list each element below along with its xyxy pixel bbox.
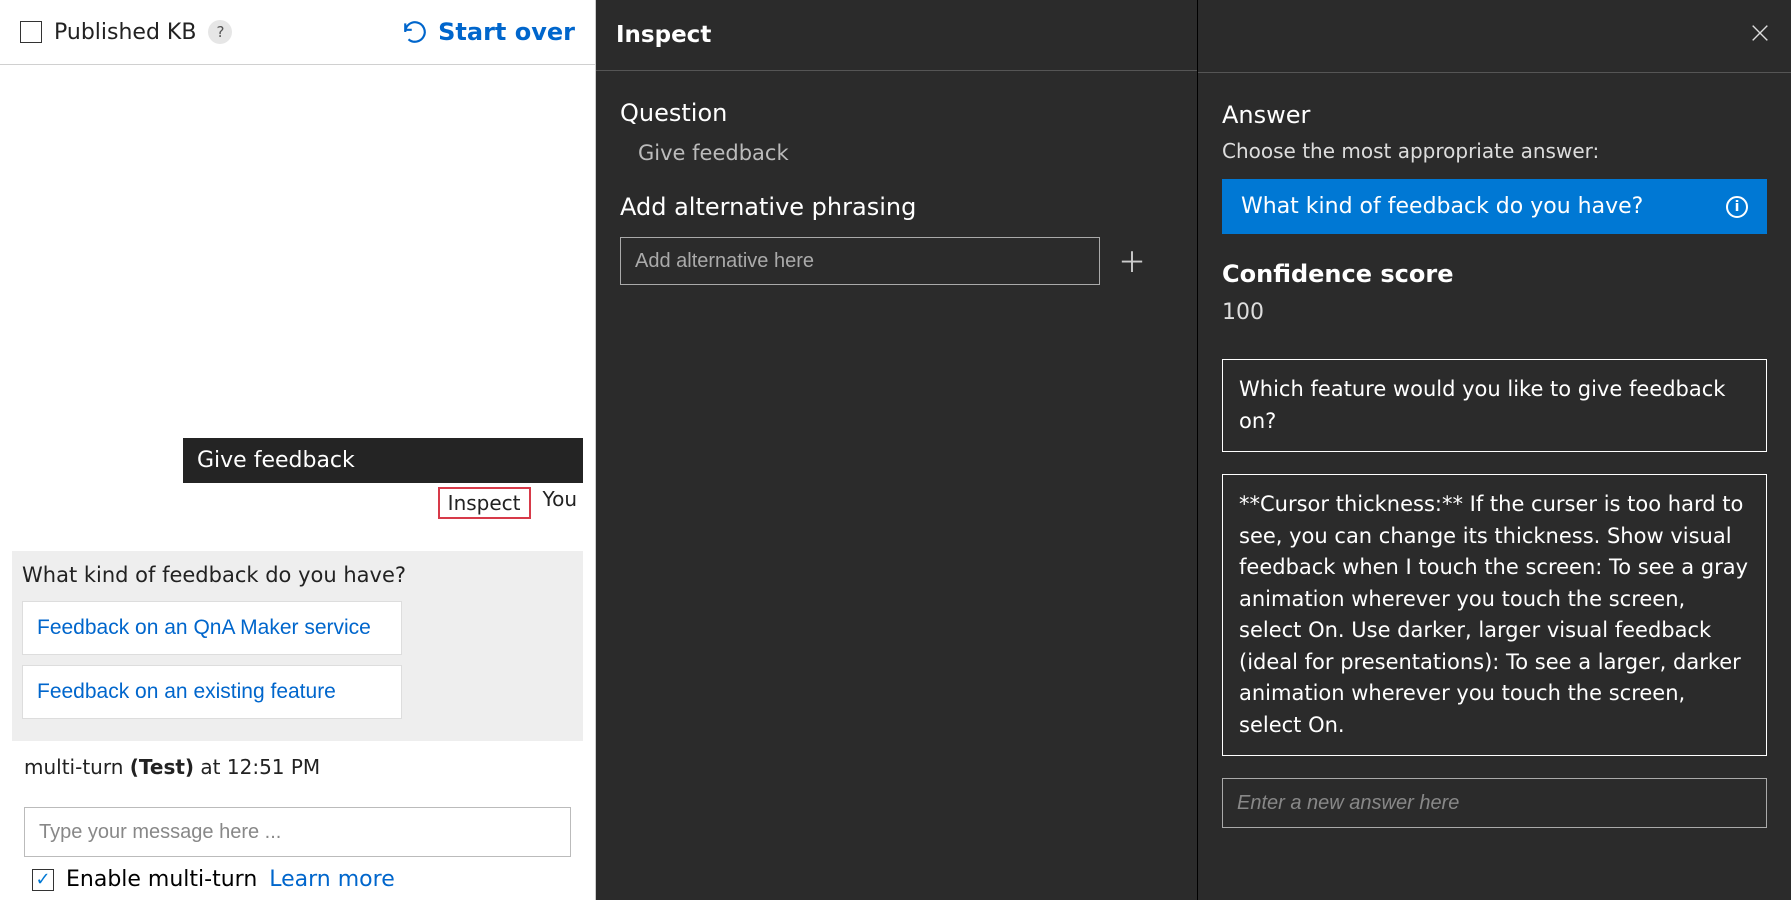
confidence-value: 100 [1222, 300, 1767, 325]
alt-phrasing-title: Add alternative phrasing [620, 193, 1173, 221]
enable-multiturn-checkbox[interactable] [32, 869, 54, 891]
help-icon[interactable]: ? [208, 20, 232, 44]
alternate-answer-2[interactable]: **Cursor thickness:** If the curser is t… [1222, 474, 1767, 756]
confidence-title: Confidence score [1222, 260, 1767, 288]
user-message: Give feedback [183, 438, 583, 483]
enable-multiturn-label: Enable multi-turn [66, 867, 257, 892]
published-kb-checkbox[interactable] [20, 21, 42, 43]
start-over-button[interactable]: Start over [402, 18, 575, 46]
close-icon [1749, 22, 1771, 44]
learn-more-link[interactable]: Learn more [269, 867, 394, 892]
feedback-option-existing-feature[interactable]: Feedback on an existing feature [22, 665, 402, 719]
close-button[interactable] [1749, 22, 1771, 50]
start-over-label: Start over [438, 18, 575, 46]
chat-test-panel: Published KB ? Start over Give feedback … [0, 0, 596, 900]
answer-panel-header [1198, 0, 1791, 73]
selected-answer-text: What kind of feedback do you have? [1241, 194, 1643, 219]
published-kb-label: Published KB [54, 20, 196, 45]
inspect-question-panel: Inspect Question Give feedback Add alter… [596, 0, 1198, 900]
feedback-option-qna-service[interactable]: Feedback on an QnA Maker service [22, 601, 402, 655]
answer-section-title: Answer [1222, 101, 1767, 129]
question-text: Give feedback [620, 127, 1173, 193]
alternate-answer-1[interactable]: Which feature would you like to give fee… [1222, 359, 1767, 452]
bot-timestamp: multi-turn (Test) at 12:51 PM [12, 755, 583, 779]
message-input[interactable] [24, 807, 571, 857]
info-icon[interactable]: i [1726, 196, 1748, 218]
inspect-link[interactable]: Inspect [438, 487, 531, 519]
bot-question: What kind of feedback do you have? [22, 563, 573, 587]
chat-header: Published KB ? Start over [0, 0, 595, 65]
alt-phrasing-input[interactable] [620, 237, 1100, 285]
choose-answer-label: Choose the most appropriate answer: [1222, 139, 1767, 163]
refresh-icon [402, 19, 428, 45]
chat-area: Give feedback Inspect You What kind of f… [0, 65, 595, 900]
add-alt-phrasing-button[interactable]: ＋ [1118, 241, 1146, 281]
inspect-answer-panel: Answer Choose the most appropriate answe… [1198, 0, 1791, 900]
inspect-header: Inspect [596, 0, 1197, 71]
you-label: You [543, 487, 577, 519]
inspect-title: Inspect [616, 22, 711, 48]
new-answer-input[interactable] [1222, 778, 1767, 828]
bot-response: What kind of feedback do you have? Feedb… [12, 551, 583, 741]
question-section-title: Question [620, 99, 1173, 127]
selected-answer[interactable]: What kind of feedback do you have? i [1222, 179, 1767, 234]
